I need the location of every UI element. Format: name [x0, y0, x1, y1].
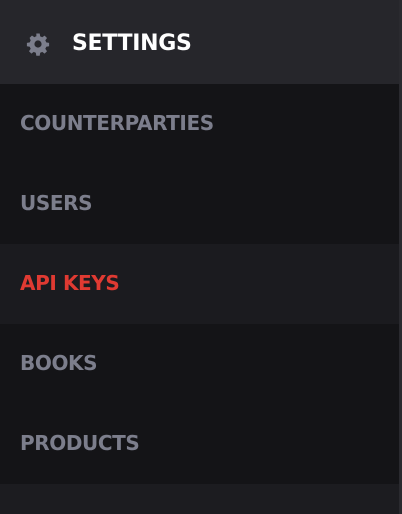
menu-footer	[0, 484, 399, 514]
menu-item-label: BOOKS	[20, 351, 98, 375]
settings-panel: SETTINGS COUNTERPARTIES USERS API KEYS B…	[0, 0, 402, 514]
menu-item-api-keys[interactable]: API KEYS	[0, 244, 399, 324]
gear-icon	[26, 32, 50, 56]
menu-item-label: API KEYS	[20, 271, 120, 295]
menu-item-books[interactable]: BOOKS	[0, 324, 399, 404]
menu-item-label: PRODUCTS	[20, 431, 140, 455]
settings-menu: COUNTERPARTIES USERS API KEYS BOOKS PROD…	[0, 84, 399, 484]
page-title: SETTINGS	[72, 31, 192, 56]
menu-item-counterparties[interactable]: COUNTERPARTIES	[0, 84, 399, 164]
menu-item-label: USERS	[20, 191, 93, 215]
menu-item-users[interactable]: USERS	[0, 164, 399, 244]
menu-item-label: COUNTERPARTIES	[20, 111, 214, 135]
settings-header: SETTINGS	[0, 0, 399, 84]
menu-item-products[interactable]: PRODUCTS	[0, 404, 399, 484]
